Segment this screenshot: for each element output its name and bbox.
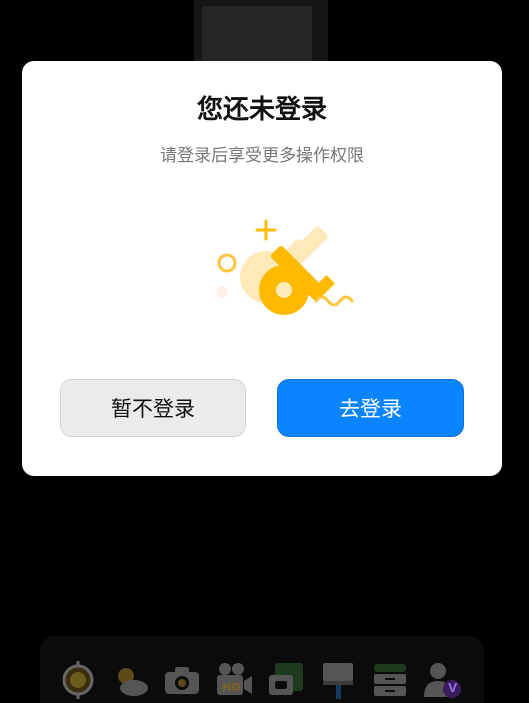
gallery-icon[interactable] <box>266 660 306 700</box>
hd-video-camera-icon[interactable]: HD <box>214 660 254 700</box>
storage-icon[interactable] <box>370 660 410 700</box>
dialog-title: 您还未登录 <box>196 95 327 125</box>
login-prompt-dialog: 您还未登录 请登录后享受更多操作权限 暂不登录 去登录 <box>22 61 502 476</box>
vip-label: V <box>448 681 458 695</box>
wave-decoration <box>314 295 354 307</box>
ring-decoration <box>217 253 237 273</box>
key-hole <box>276 282 292 298</box>
hd-label: HD <box>222 681 241 694</box>
bottom-dock: HD V <box>40 636 484 703</box>
key-illustration <box>216 219 354 315</box>
screen: 您还未登录 请登录后享受更多操作权限 暂不登录 去登录 HD V <box>0 0 529 703</box>
background-preview-inner <box>202 6 312 64</box>
cancel-button[interactable]: 暂不登录 <box>60 379 246 437</box>
weather-icon[interactable] <box>110 660 150 700</box>
brush-icon[interactable] <box>318 660 358 700</box>
background-preview <box>194 0 328 64</box>
dialog-subtitle: 请登录后享受更多操作权限 <box>160 146 364 166</box>
vip-user-icon[interactable]: V <box>422 660 462 700</box>
dot-decoration <box>216 286 228 298</box>
camera-icon[interactable] <box>162 660 202 700</box>
plus-decoration <box>255 219 277 241</box>
target-icon[interactable] <box>58 660 98 700</box>
login-button[interactable]: 去登录 <box>277 379 464 437</box>
